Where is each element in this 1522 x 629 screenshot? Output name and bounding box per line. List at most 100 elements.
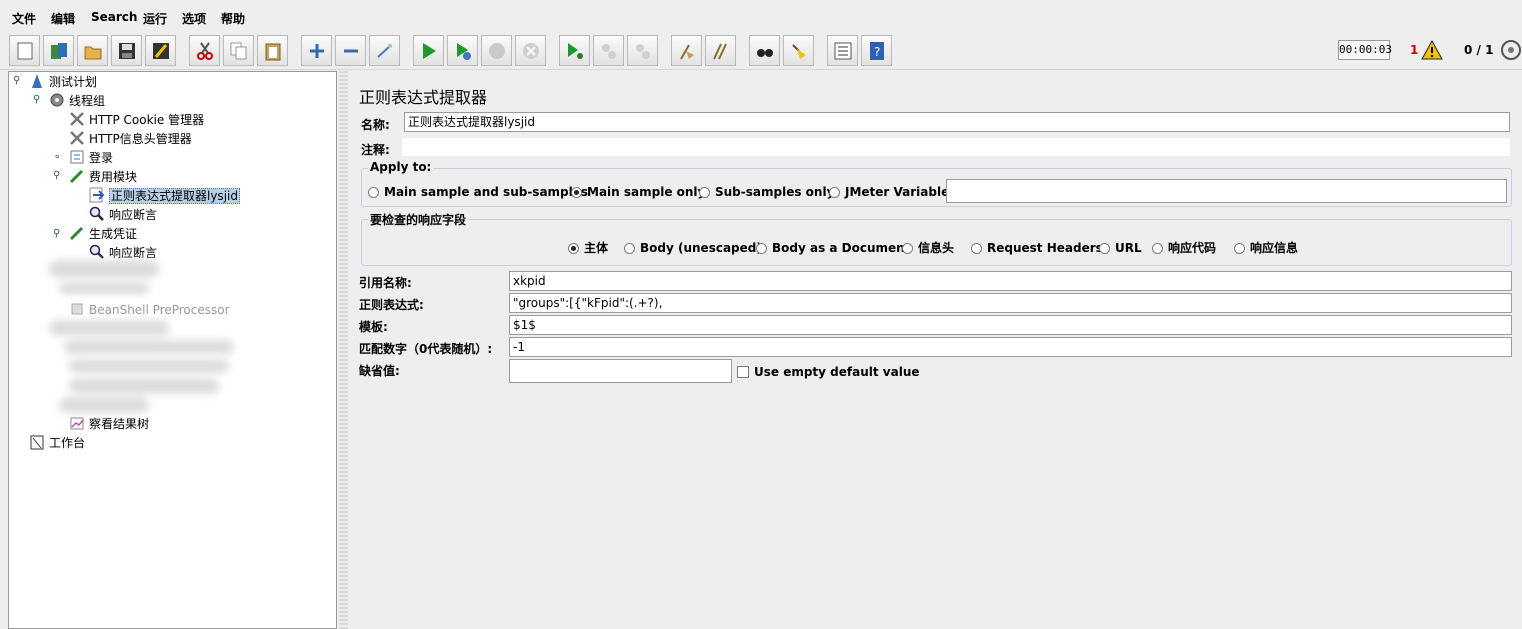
collapse-button[interactable]: [335, 35, 366, 66]
tree-node-workbench[interactable]: 工作台: [29, 434, 85, 452]
field-body-unescaped-radio[interactable]: Body (unescaped): [624, 240, 762, 256]
copy-button[interactable]: [223, 35, 254, 66]
apply-jmeter-variable-radio[interactable]: JMeter Variable: [829, 184, 949, 200]
menu-search[interactable]: Search: [91, 10, 137, 24]
remote-status-icon: [1501, 40, 1521, 60]
help-button[interactable]: ?: [861, 35, 892, 66]
tree-node-fee-module[interactable]: 费用模块: [69, 168, 137, 186]
tree-node-test-plan[interactable]: 测试计划: [29, 73, 97, 91]
apply-to-title: Apply to:: [368, 160, 434, 174]
broom-reset-icon: [792, 44, 806, 59]
field-response-message-radio[interactable]: 响应信息: [1234, 240, 1298, 256]
binoculars-icon: [757, 49, 773, 57]
save-as-button[interactable]: [145, 35, 176, 66]
tree-node-response-assertion[interactable]: 响应断言: [89, 206, 157, 224]
remote-shutdown-button[interactable]: [627, 35, 658, 66]
arrow-icon: [89, 187, 105, 203]
field-body-radio[interactable]: 主体: [568, 240, 608, 256]
open-button[interactable]: [77, 35, 108, 66]
brooms-clear-all-icon: [713, 43, 727, 60]
use-empty-default-checkbox[interactable]: [737, 366, 749, 378]
redacted-area: [59, 397, 149, 413]
new-button[interactable]: [9, 35, 40, 66]
search-button[interactable]: [749, 35, 780, 66]
templates-icon: [51, 43, 67, 59]
expand-button[interactable]: [301, 35, 332, 66]
menu-file[interactable]: 文件: [12, 10, 36, 27]
shutdown-button[interactable]: [515, 35, 546, 66]
expand-handle[interactable]: ⚬: [53, 152, 61, 163]
start-button[interactable]: [413, 35, 444, 66]
tree-node-login[interactable]: 登录: [69, 149, 113, 167]
paste-button[interactable]: [257, 35, 288, 66]
warning-icon[interactable]: [1421, 40, 1443, 60]
test-plan-tree[interactable]: ⚲ 测试计划 ⚲ 线程组 HTTP Cookie 管理器 HTTP信息头管理器 …: [8, 71, 337, 629]
pen-icon: [69, 169, 84, 184]
menu-options[interactable]: 选项: [182, 10, 206, 27]
tree-node-generate-voucher[interactable]: 生成凭证: [69, 225, 137, 243]
expand-handle[interactable]: ⚲: [33, 94, 40, 105]
use-empty-default-label[interactable]: Use empty default value: [754, 365, 920, 379]
field-to-check-title: 要检查的响应字段: [368, 211, 469, 228]
tree-node-beanshell-preprocessor[interactable]: BeanShell PreProcessor: [69, 301, 230, 319]
ref-name-label: 引用名称:: [359, 276, 412, 290]
error-count: 1: [1410, 43, 1419, 57]
default-value-field[interactable]: [509, 359, 732, 383]
remote-stop-button[interactable]: [593, 35, 624, 66]
menu-run[interactable]: 运行: [143, 10, 167, 27]
apply-sub-only-radio[interactable]: Sub-samples only: [699, 184, 834, 200]
cut-button[interactable]: [189, 35, 220, 66]
start-no-pauses-button[interactable]: [447, 35, 478, 66]
match-no-field[interactable]: -1: [509, 337, 1512, 357]
function-helper-button[interactable]: [827, 35, 858, 66]
save-button[interactable]: [111, 35, 142, 66]
remote-start-button[interactable]: [559, 35, 590, 66]
field-body-as-document-radio[interactable]: Body as a Document: [756, 240, 910, 256]
menu-bar: 文件 编辑 Search 运行 选项 帮助: [0, 0, 1522, 33]
regex-field[interactable]: "groups":[{"kFpid":(.+?),: [509, 293, 1512, 313]
comment-field[interactable]: [401, 137, 1511, 157]
tree-node-thread-group[interactable]: 线程组: [49, 92, 105, 110]
name-field[interactable]: 正则表达式提取器lysjid: [404, 112, 1510, 132]
open-folder-icon: [84, 46, 102, 60]
minus-icon: [344, 49, 358, 53]
play-no-pause-icon: [457, 43, 471, 60]
apply-main-only-radio[interactable]: Main sample only: [571, 184, 705, 200]
match-no-label: 匹配数字（0代表随机）:: [359, 342, 493, 356]
field-headers-radio[interactable]: 信息头: [902, 240, 954, 256]
edit-pencil-icon: [153, 43, 169, 59]
redacted-area: [64, 340, 234, 354]
panel-title: 正则表达式提取器: [359, 88, 488, 107]
transaction-icon: [70, 150, 84, 164]
field-response-code-radio[interactable]: 响应代码: [1152, 240, 1216, 256]
apply-main-and-sub-radio[interactable]: Main sample and sub-samples: [368, 184, 588, 200]
expand-handle[interactable]: ⚲: [53, 228, 60, 239]
expand-handle[interactable]: ⚲: [53, 170, 60, 181]
menu-help[interactable]: 帮助: [221, 10, 245, 27]
expand-handle[interactable]: ⚲: [13, 75, 20, 86]
comment-label: 注释:: [361, 143, 390, 157]
stop-icon: [489, 43, 505, 59]
list-icon: [834, 42, 852, 60]
template-field[interactable]: $1$: [509, 315, 1512, 335]
field-request-headers-radio[interactable]: Request Headers: [971, 240, 1103, 256]
tree-node-header-manager[interactable]: HTTP信息头管理器: [69, 130, 192, 148]
tree-node-cookie-manager[interactable]: HTTP Cookie 管理器: [69, 111, 204, 129]
clear-button[interactable]: [671, 35, 702, 66]
ref-name-field[interactable]: xkpid: [509, 271, 1512, 291]
regex-label: 正则表达式:: [359, 298, 424, 312]
toggle-button[interactable]: [369, 35, 400, 66]
toggle-wand-icon: [377, 44, 392, 58]
jmeter-variable-field[interactable]: [946, 179, 1507, 203]
stop-button[interactable]: [481, 35, 512, 66]
menu-edit[interactable]: 编辑: [51, 10, 75, 27]
name-label: 名称:: [361, 118, 390, 132]
reset-search-button[interactable]: [783, 35, 814, 66]
field-url-radio[interactable]: URL: [1099, 240, 1142, 256]
copy-icon: [230, 42, 247, 60]
clear-all-button[interactable]: [705, 35, 736, 66]
tree-node-view-results-tree[interactable]: 察看结果树: [69, 415, 149, 433]
split-pane-divider[interactable]: [339, 71, 348, 629]
templates-button[interactable]: [43, 35, 74, 66]
tree-node-regex-extractor[interactable]: 正则表达式提取器lysjid: [89, 187, 240, 205]
